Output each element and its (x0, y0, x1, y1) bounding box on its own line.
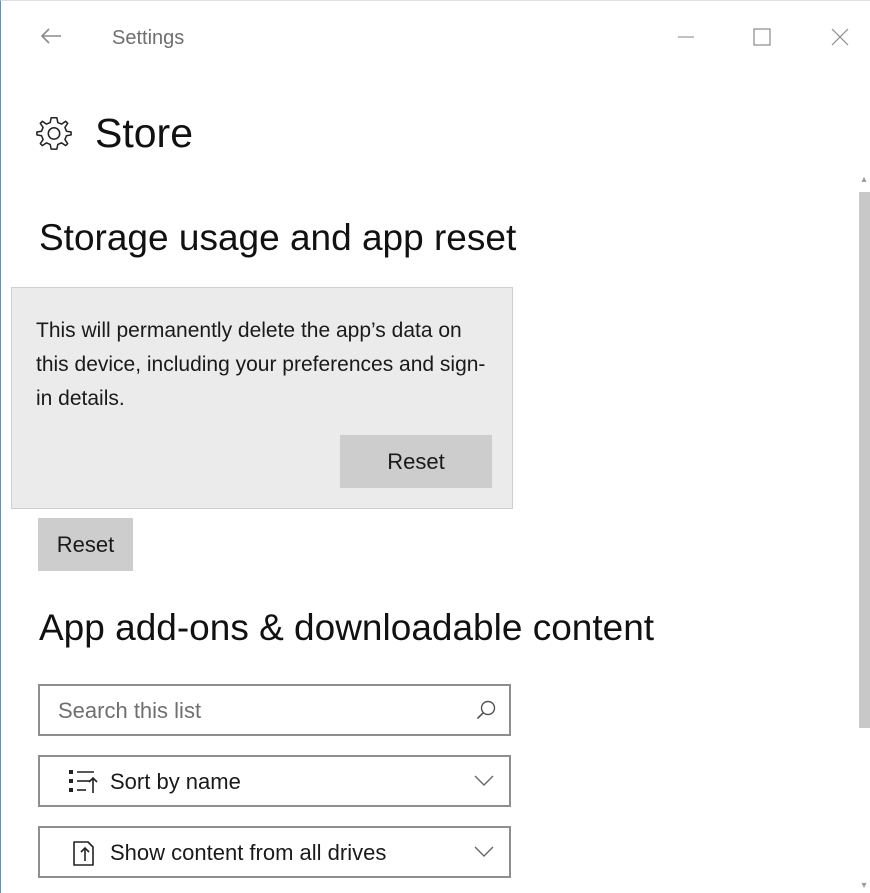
maximize-button[interactable] (739, 17, 785, 57)
drives-selected-value: Show content from all drives (110, 840, 387, 865)
storage-section-heading: Storage usage and app reset (39, 217, 517, 258)
drives-dropdown[interactable]: Show content from all drives (38, 826, 511, 878)
reset-button[interactable]: Reset (38, 518, 133, 571)
reset-confirmation-flyout: This will permanently delete the app’s d… (11, 287, 513, 509)
back-button[interactable] (37, 21, 65, 51)
title-bar: Settings (1, 1, 870, 71)
minimize-icon (678, 36, 694, 38)
sort-dropdown[interactable]: Sort by name (38, 755, 511, 807)
addons-section-heading: App add-ons & downloadable content (39, 607, 655, 648)
gear-icon (36, 117, 72, 150)
chevron-down-icon (474, 846, 494, 857)
maximize-icon (753, 28, 771, 46)
close-icon (831, 28, 849, 46)
minimize-button[interactable] (663, 17, 709, 57)
page-header: Store (35, 107, 193, 159)
scrollbar-thumb[interactable] (859, 192, 870, 728)
confirm-reset-button[interactable]: Reset (340, 435, 492, 488)
drive-filter-icon (73, 841, 94, 866)
search-box (38, 684, 511, 736)
scroll-up-arrow[interactable]: ▴ (858, 173, 870, 185)
search-input[interactable] (58, 694, 458, 728)
scroll-down-arrow[interactable]: ▾ (858, 879, 870, 891)
sort-selected-value: Sort by name (110, 769, 241, 794)
flyout-message: This will permanently delete the app’s d… (36, 319, 486, 410)
chevron-down-icon (474, 775, 494, 786)
window-title: Settings (112, 27, 185, 49)
settings-window: Settings Store ▴ ▾ Storage usage and app… (0, 0, 870, 893)
page-title: Store (95, 109, 193, 156)
close-button[interactable] (817, 17, 863, 57)
search-icon[interactable] (475, 699, 497, 721)
back-arrow-icon (40, 28, 61, 44)
sort-list-icon (69, 770, 98, 793)
